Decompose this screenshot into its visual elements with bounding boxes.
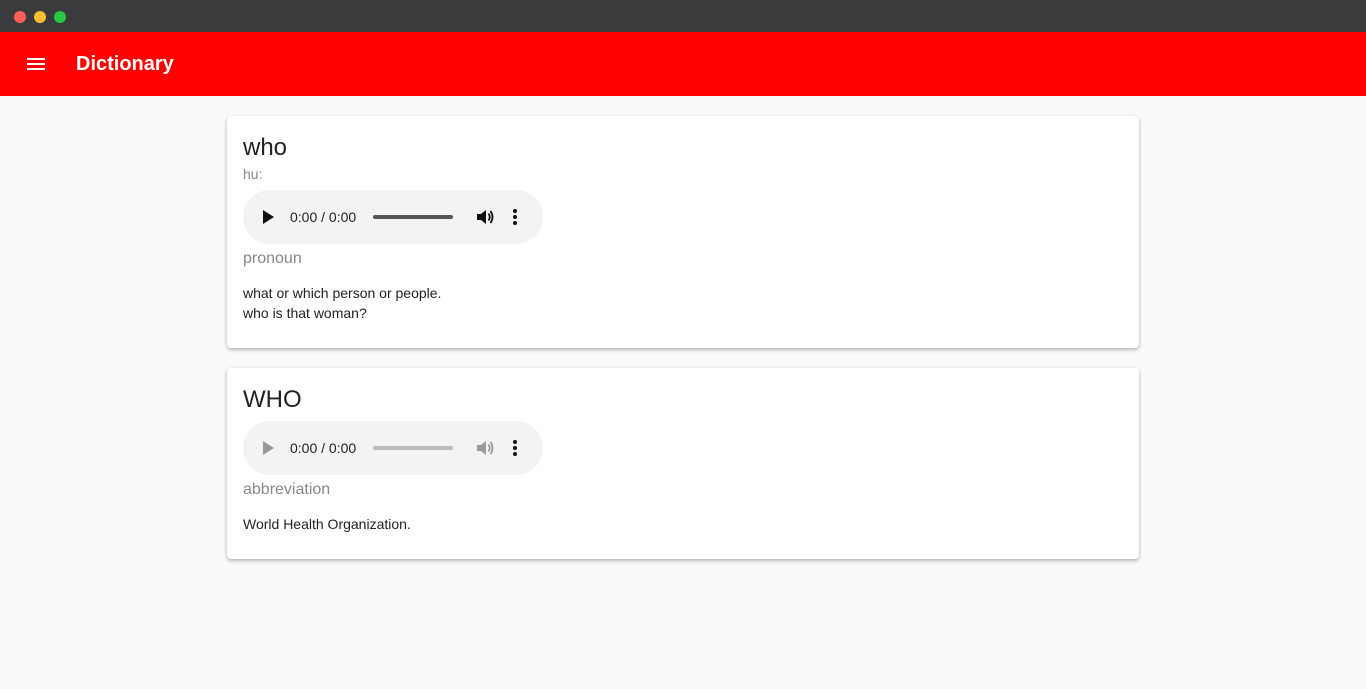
entry-word: WHO: [243, 386, 302, 413]
audio-seek-slider[interactable]: [373, 215, 453, 219]
app-title: Dictionary: [76, 53, 174, 75]
minimize-window-button[interactable]: [34, 11, 46, 23]
maximize-window-button[interactable]: [54, 11, 66, 23]
definition-text: World Health Organization.: [243, 516, 411, 532]
definition-text: what or which person or people.: [243, 285, 442, 301]
play-icon[interactable]: [263, 210, 274, 224]
part-of-speech: pronoun: [243, 250, 302, 267]
entry-word: who: [243, 134, 288, 161]
app-bar: Dictionary: [0, 32, 1366, 96]
audio-time: 0:00 / 0:00: [290, 209, 357, 225]
entry-card: WHO 0:00 / 0:00 abbreviation World Healt…: [227, 368, 1139, 559]
menu-icon[interactable]: [24, 52, 48, 76]
volume-icon[interactable]: [475, 208, 495, 226]
example-text: who is that woman?: [243, 305, 367, 321]
close-window-button[interactable]: [14, 11, 26, 23]
window-titlebar: [0, 0, 1366, 32]
volume-icon[interactable]: [475, 439, 495, 457]
more-options-icon[interactable]: [511, 209, 519, 225]
entry-card: who hu: 0:00 / 0:00 pronoun what or whic…: [227, 116, 1139, 348]
audio-time: 0:00 / 0:00: [290, 440, 357, 456]
play-icon[interactable]: [263, 441, 274, 455]
more-options-icon[interactable]: [511, 440, 519, 456]
audio-player: 0:00 / 0:00: [243, 190, 543, 244]
audio-player: 0:00 / 0:00: [243, 421, 543, 475]
audio-seek-slider[interactable]: [373, 446, 453, 450]
part-of-speech: abbreviation: [243, 481, 331, 498]
entry-phonetic: hu:: [243, 166, 263, 182]
